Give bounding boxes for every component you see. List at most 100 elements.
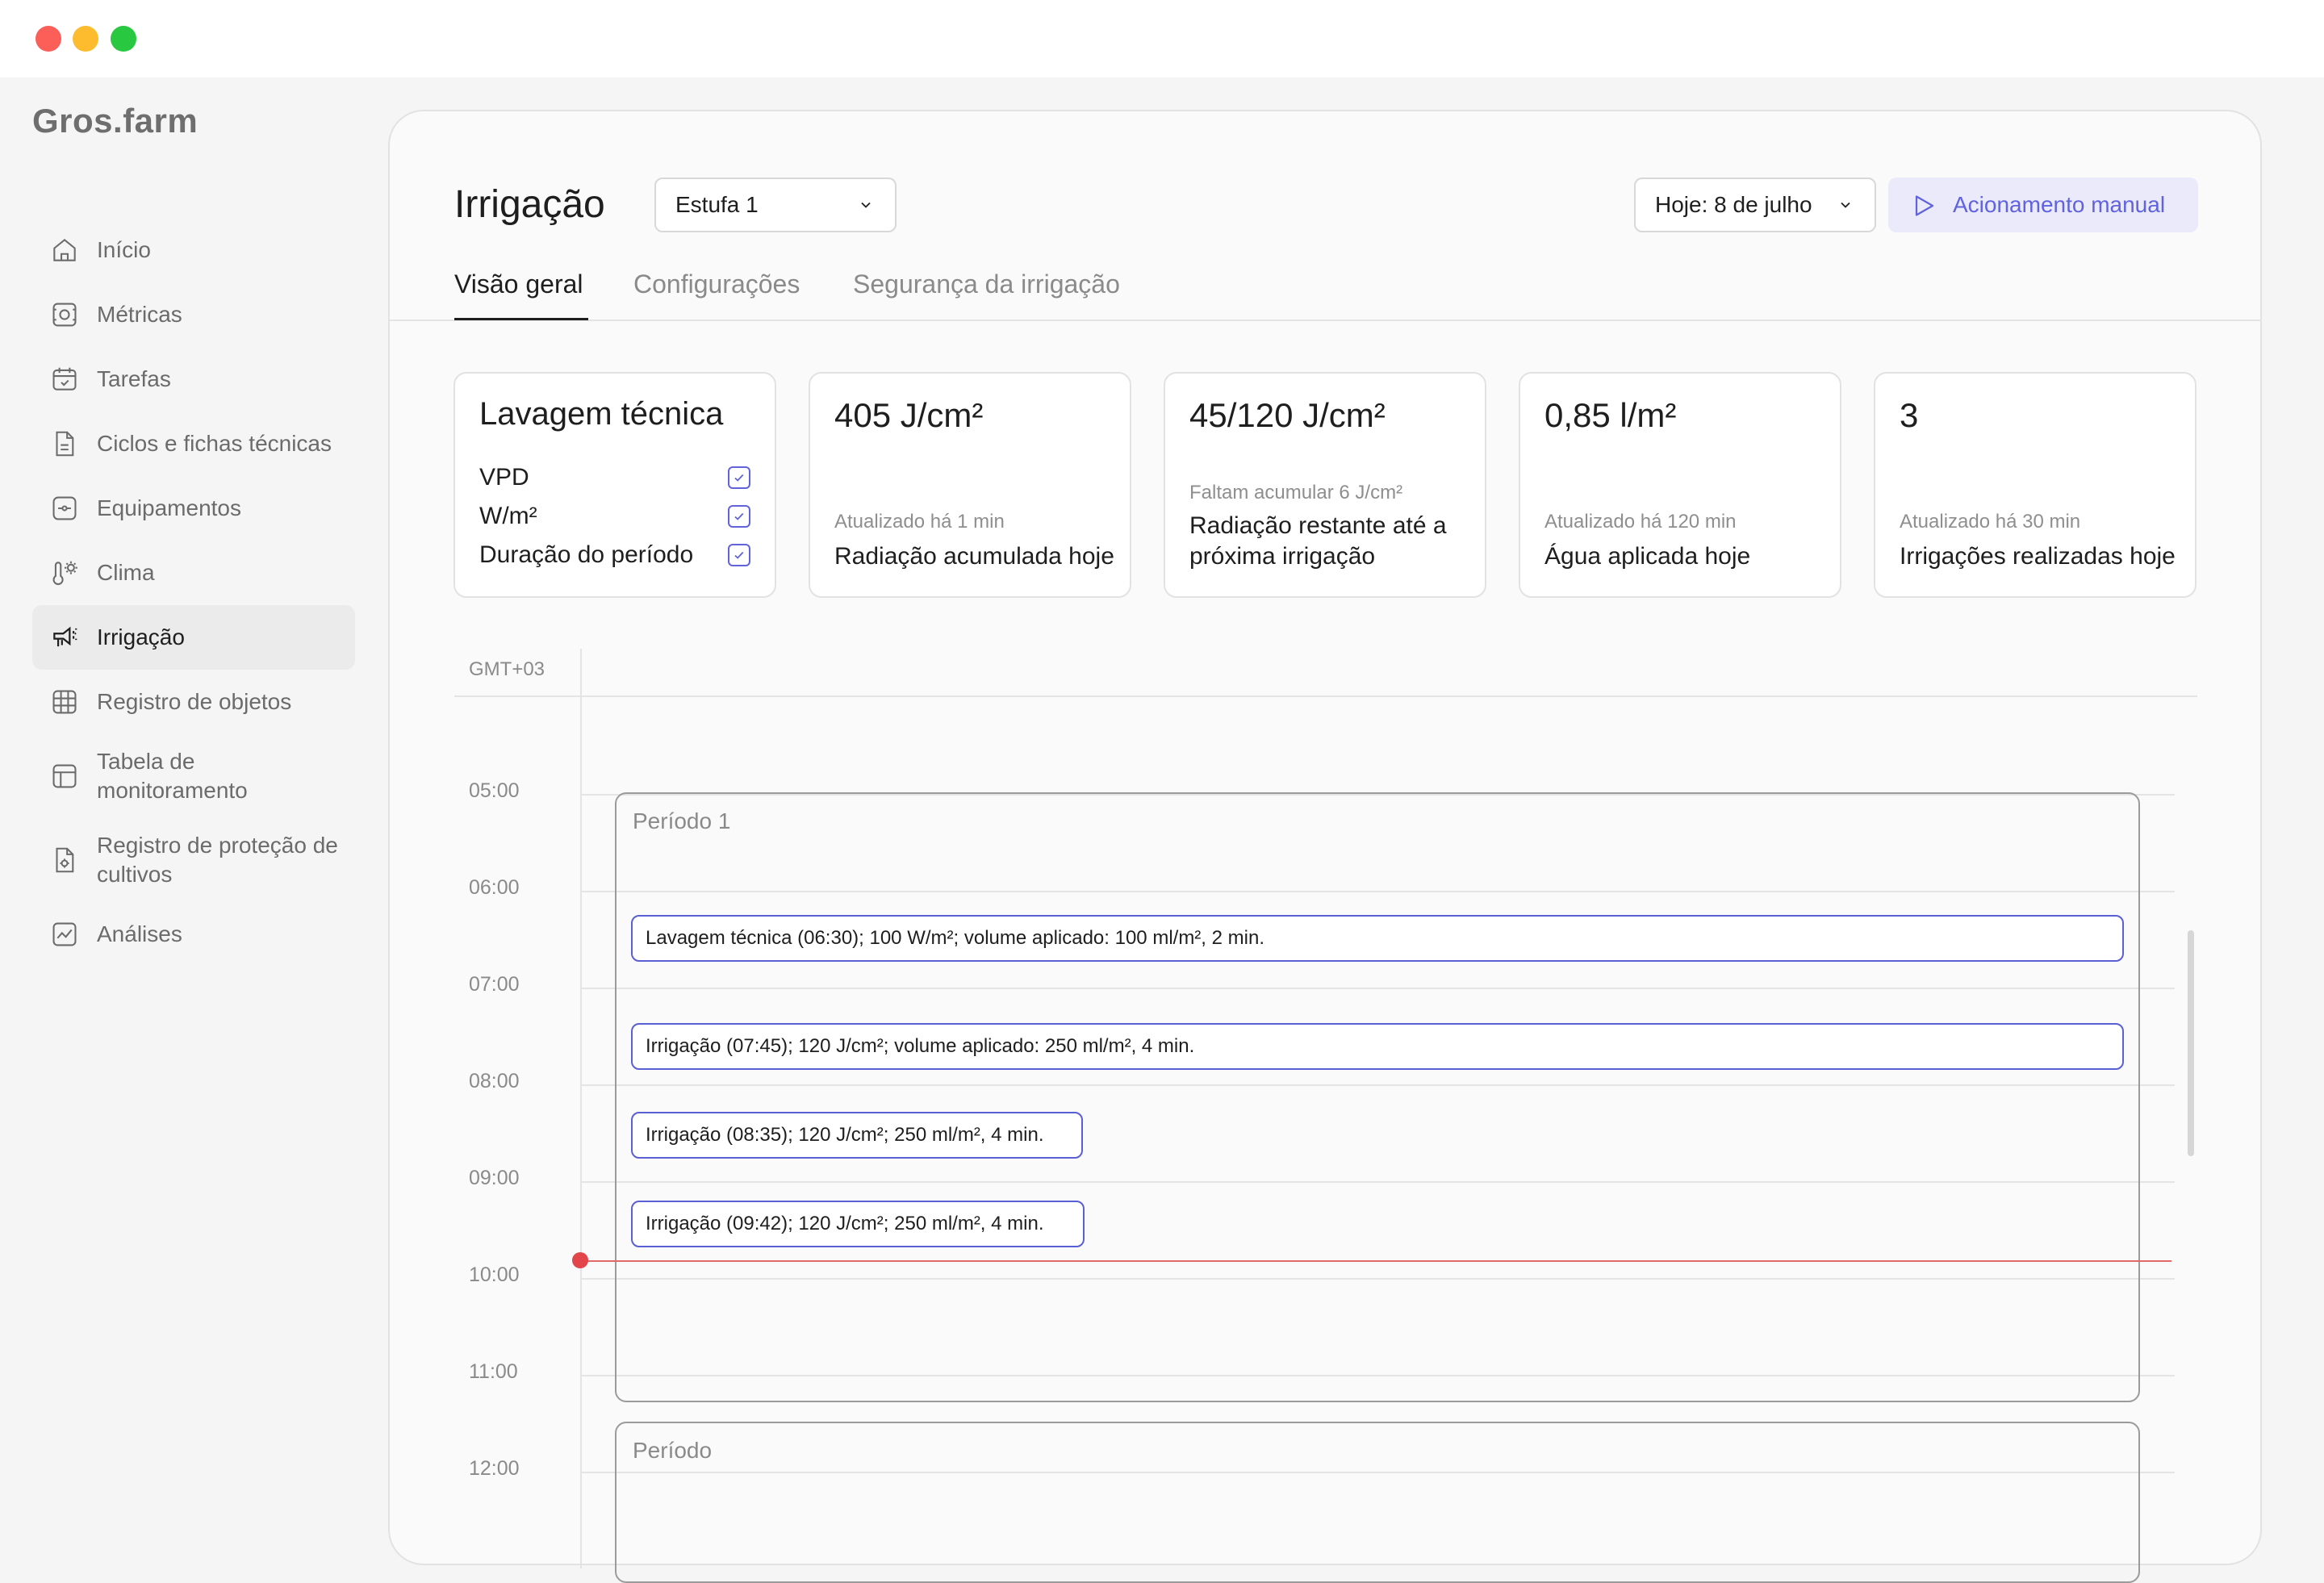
irrigation-icon [48, 621, 81, 654]
sidebar-item-label: Clima [97, 560, 155, 585]
timeline-axis-line [580, 649, 582, 1568]
card-accumulated-radiation: 405 J/cm² Atualizado há 1 min Radiação a… [809, 372, 1131, 598]
tab-configuracoes[interactable]: Configurações [633, 269, 800, 299]
card-label: Irrigações realizadas hoje [1900, 543, 2176, 570]
chart-icon [48, 918, 81, 950]
home-icon [48, 234, 81, 266]
checkbox-checked[interactable] [728, 466, 750, 489]
card-irrigation-count: 3 Atualizado há 30 min Irrigações realiz… [1874, 372, 2197, 598]
checklist-label: W/m² [479, 503, 537, 529]
tabs-divider [390, 320, 2260, 321]
maximize-window-button[interactable] [111, 26, 136, 52]
sidebar-item-tabela-monitoramento[interactable]: Tabela de monitoramento [32, 744, 355, 808]
hour-label: 06:00 [469, 876, 520, 899]
tab-visao-geral[interactable]: Visão geral [454, 269, 583, 299]
sidebar-item-irrigacao[interactable]: Irrigação [32, 605, 355, 670]
date-select[interactable]: Hoje: 8 de julho [1634, 178, 1876, 232]
checklist-row: W/m² [479, 503, 750, 530]
hour-label: 05:00 [469, 779, 520, 802]
checklist-label: Duração do período [479, 541, 694, 568]
play-icon [1915, 195, 1934, 216]
hour-label: 10:00 [469, 1263, 520, 1286]
card-label: Radiação acumulada hoje [834, 543, 1114, 570]
metrics-icon [48, 299, 81, 331]
hour-label: 12:00 [469, 1457, 520, 1480]
timezone-label: GMT+03 [469, 658, 545, 680]
thermometer-sun-icon [48, 557, 81, 589]
equipment-icon [48, 492, 81, 524]
sidebar-item-label: Métricas [97, 302, 182, 327]
sidebar-item-registro-protecao[interactable]: Registro de proteção de cultivos [32, 828, 355, 892]
sidebar-item-label: Registro de proteção de cultivos [97, 833, 338, 887]
card-updated: Atualizado há 30 min [1900, 511, 2081, 533]
sidebar-item-label: Tabela de monitoramento [97, 749, 248, 803]
card-value: 45/120 J/cm² [1189, 396, 1386, 434]
irrigation-event[interactable]: Lavagem técnica (06:30); 100 W/m²; volum… [631, 915, 2124, 962]
table-icon [48, 760, 81, 792]
active-tab-indicator [454, 318, 588, 320]
page-title: Irrigação [454, 183, 605, 226]
irrigation-event[interactable]: Irrigação (07:45); 120 J/cm²; volume apl… [631, 1023, 2124, 1070]
sidebar-item-label: Análises [97, 921, 182, 946]
card-updated: Atualizado há 1 min [834, 511, 1005, 533]
checklist-row: VPD [479, 464, 750, 491]
current-time-marker [572, 1252, 588, 1268]
manual-activation-button[interactable]: Acionamento manual [1888, 178, 2198, 232]
sidebar-item-label: Tarefas [97, 366, 171, 391]
card-value: 0,85 l/m² [1544, 396, 1677, 434]
tab-seguranca[interactable]: Segurança da irrigação [853, 269, 1120, 299]
sidebar-item-label: Irrigação [97, 624, 185, 649]
card-value: 405 J/cm² [834, 396, 984, 434]
card-value: 3 [1900, 396, 1919, 434]
main-panel: Irrigação Estufa 1 Hoje: 8 de julho Acio… [388, 110, 2262, 1583]
irrigation-event[interactable]: Irrigação (09:42); 120 J/cm²; 250 ml/m²,… [631, 1201, 1085, 1247]
period-title: Período [633, 1438, 713, 1463]
grid-icon [48, 686, 81, 718]
greenhouse-select-value: Estufa 1 [675, 192, 759, 217]
sidebar-item-metricas[interactable]: Métricas [32, 299, 355, 331]
date-select-value: Hoje: 8 de julho [1655, 192, 1812, 217]
sidebar-item-label: Início [97, 237, 151, 262]
hour-label: 09:00 [469, 1167, 520, 1189]
irrigation-event[interactable]: Irrigação (08:35); 120 J/cm²; 250 ml/m²,… [631, 1112, 1083, 1159]
close-window-button[interactable] [36, 26, 61, 52]
irrigation-period[interactable]: Período 1 [615, 792, 2140, 1402]
card-title: Lavagem técnica [479, 396, 724, 432]
checklist-label: VPD [479, 464, 529, 491]
timeline-header-divider [454, 695, 2197, 697]
hour-label: 07:00 [469, 973, 520, 996]
chevron-down-icon [861, 202, 871, 208]
card-label: Água aplicada hoje [1544, 543, 1751, 570]
sidebar-item-analises[interactable]: Análises [32, 918, 355, 950]
minimize-window-button[interactable] [73, 26, 98, 52]
sidebar-item-inicio[interactable]: Início [32, 234, 355, 266]
sidebar-item-equipamentos[interactable]: Equipamentos [32, 492, 355, 524]
sidebar-item-registro-objetos[interactable]: Registro de objetos [32, 686, 355, 718]
timeline-scrollbar[interactable] [2188, 930, 2194, 1156]
checkbox-checked[interactable] [728, 544, 750, 566]
shield-document-icon [48, 844, 81, 876]
sidebar-item-tarefas[interactable]: Tarefas [32, 363, 355, 395]
sidebar-item-label: Equipamentos [97, 495, 242, 520]
card-label: Radiação restante até a próxima irrigaçã… [1189, 512, 1447, 570]
sidebar-item-label: Registro de objetos [97, 689, 292, 714]
card-remaining-note: Faltam acumular 6 J/cm² [1189, 482, 1403, 503]
sidebar-item-ciclos[interactable]: Ciclos e fichas técnicas [32, 428, 355, 460]
card-water-applied: 0,85 l/m² Atualizado há 120 min Água apl… [1519, 372, 1841, 598]
period-title: Período 1 [633, 808, 731, 833]
current-time-line [580, 1260, 2171, 1262]
card-updated: Atualizado há 120 min [1544, 511, 1737, 533]
document-icon [48, 428, 81, 460]
irrigation-period[interactable]: Período [615, 1422, 2140, 1583]
checkbox-checked[interactable] [728, 505, 750, 528]
manual-activation-label: Acionamento manual [1953, 192, 2166, 217]
greenhouse-select[interactable]: Estufa 1 [654, 178, 897, 232]
hour-label: 11:00 [469, 1360, 518, 1383]
hour-label: 08:00 [469, 1070, 520, 1092]
sidebar-item-label: Ciclos e fichas técnicas [97, 431, 332, 456]
sidebar-item-clima[interactable]: Clima [32, 557, 355, 589]
app-logo[interactable]: Gros.farm [32, 102, 198, 140]
calendar-check-icon [48, 363, 81, 395]
chevron-down-icon [1841, 202, 1850, 208]
window-titlebar [0, 0, 2324, 77]
